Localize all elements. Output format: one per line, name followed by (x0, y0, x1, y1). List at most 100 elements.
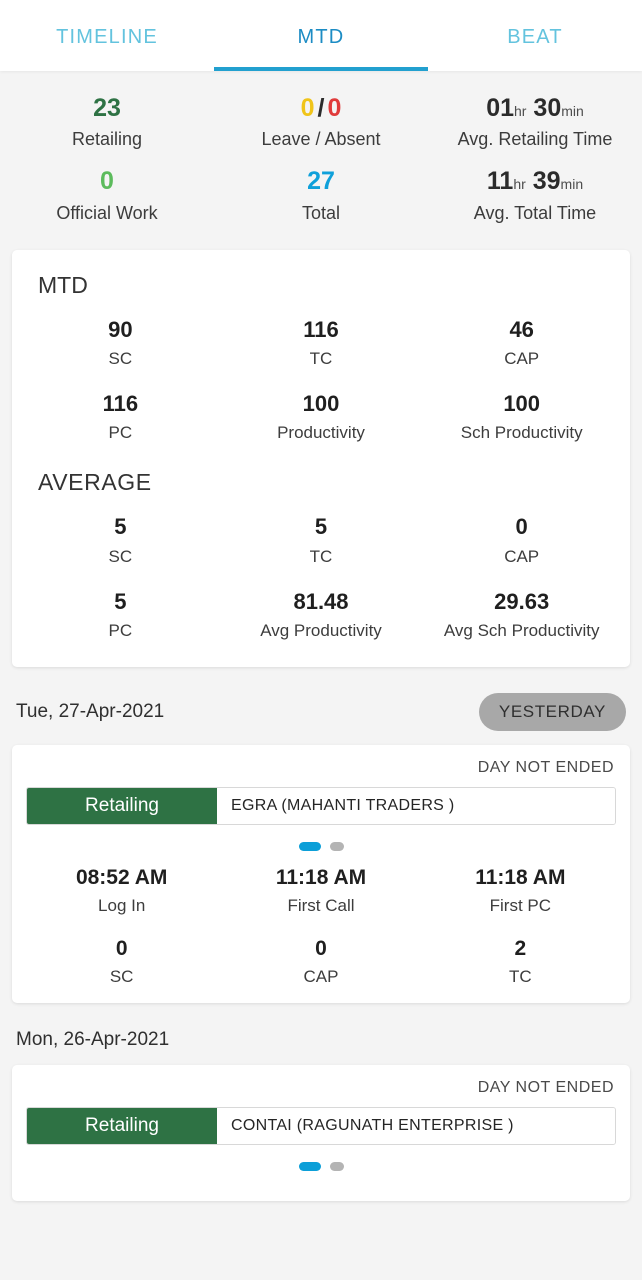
visit-bar-2[interactable]: Retailing CONTAI (RAGUNATH ENTERPRISE ) (26, 1107, 616, 1146)
stat-absent-value: 0 (327, 94, 342, 122)
mtd-metric-sc: 90 SC (20, 317, 221, 369)
average-metric-avg-productivity: 81.48 Avg Productivity (221, 589, 422, 641)
day-metric-tc-value: 2 (514, 937, 527, 961)
average-metric-pc-label: PC (108, 621, 133, 641)
mtd-metric-tc: 116 TC (221, 317, 422, 369)
pagination-dot-active[interactable] (298, 842, 321, 852)
mtd-metric-pc: 116 PC (20, 391, 221, 443)
stat-avg-total-time-label: Avg. Total Time (473, 202, 597, 223)
average-metric-avg-productivity-label: Avg Productivity (260, 621, 382, 641)
mtd-metric-cap: 46 CAP (421, 317, 622, 369)
mtd-metric-cap-label: CAP (504, 348, 540, 368)
average-metric-cap-label: CAP (504, 546, 540, 566)
pagination-dots-2[interactable] (22, 1145, 620, 1185)
average-metric-sc-label: SC (108, 546, 133, 566)
average-card-title: AVERAGE (38, 469, 152, 496)
mtd-metric-tc-label: TC (309, 348, 333, 368)
visit-type-2: Retailing (27, 1108, 217, 1145)
visit-name-2: CONTAI (RAGUNATH ENTERPRISE ) (217, 1108, 615, 1145)
pagination-dots-1[interactable] (22, 825, 620, 865)
avg-total-minutes: 39 (532, 167, 561, 196)
average-metric-tc-value: 5 (314, 514, 328, 540)
mtd-metric-sch-productivity: 100 Sch Productivity (421, 391, 622, 443)
mtd-metric-productivity: 100 Productivity (221, 391, 422, 443)
avg-total-hours: 11 (486, 167, 514, 196)
mtd-metric-productivity-label: Productivity (277, 423, 365, 443)
average-metric-pc: 5 PC (20, 589, 221, 641)
day-metric-login-label: Log In (98, 896, 146, 916)
stat-leave-value: 0 (300, 94, 315, 122)
stat-leave-absent-value: 0/0 (214, 93, 428, 124)
average-metric-avg-sch-productivity-label: Avg Sch Productivity (443, 621, 600, 641)
day-metric-first-pc: 11:18 AM First PC (421, 865, 620, 916)
mtd-card-title: MTD (38, 271, 88, 298)
yesterday-badge: YESTERDAY (478, 693, 626, 732)
avg-retailing-hours: 01 (486, 94, 515, 122)
day-card-1[interactable]: DAY NOT ENDED Retailing EGRA (MAHANTI TR… (12, 745, 630, 1004)
stat-retailing-label: Retailing (71, 129, 143, 150)
visit-type-1: Retailing (27, 788, 217, 825)
stat-total-label: Total (301, 202, 341, 223)
avg-total-hours-unit: hr (513, 176, 526, 193)
day-metric-tc: 2 TC (421, 936, 620, 987)
day-metric-sc-value: 0 (115, 937, 128, 961)
tab-bar: TIMELINE MTD BEAT (0, 0, 642, 71)
day-header-2: Mon, 26-Apr-2021 (0, 1003, 642, 1065)
summary-row-1: 23 Retailing 0/0 Leave / Absent 01hr 30m… (0, 93, 642, 150)
day-metrics-row-1: 08:52 AM Log In 11:18 AM First Call 11:1… (22, 865, 620, 916)
mtd-metric-productivity-value: 100 (302, 390, 340, 416)
day-metric-login-value: 08:52 AM (75, 866, 168, 890)
avg-retailing-hours-unit: hr (514, 103, 527, 119)
average-metric-avg-productivity-value: 81.48 (293, 588, 349, 614)
stat-total-value: 27 (307, 167, 335, 196)
day-metrics-row-2: 0 SC 0 CAP 2 TC (22, 936, 620, 987)
day-metric-first-call-label: First Call (287, 896, 355, 916)
day-card-2[interactable]: DAY NOT ENDED Retailing CONTAI (RAGUNATH… (12, 1065, 630, 1202)
tab-mtd[interactable]: MTD (214, 26, 428, 71)
stat-leave-absent-label: Leave / Absent (261, 129, 381, 150)
stat-avg-retailing-time-label: Avg. Retailing Time (457, 129, 613, 150)
stat-official-work-label: Official Work (56, 202, 158, 223)
average-metric-cap: 0 CAP (421, 514, 622, 566)
day-status-1: DAY NOT ENDED (477, 759, 614, 777)
day-metric-sc: 0 SC (22, 936, 221, 987)
mtd-metric-sc-value: 90 (108, 316, 133, 342)
mtd-metric-pc-value: 116 (102, 390, 139, 416)
average-metric-tc-label: TC (309, 546, 333, 566)
visit-bar-1[interactable]: Retailing EGRA (MAHANTI TRADERS ) (26, 787, 616, 826)
day-metric-first-call: 11:18 AM First Call (221, 865, 420, 916)
stat-avg-retailing-time-value: 01hr 30min (428, 93, 642, 124)
tab-timeline[interactable]: TIMELINE (0, 26, 214, 71)
summary-stats: 23 Retailing 0/0 Leave / Absent 01hr 30m… (0, 71, 642, 250)
visit-name-1: EGRA (MAHANTI TRADERS ) (217, 788, 615, 825)
stat-official-work: 0 Official Work (0, 166, 214, 223)
day-date-2: Mon, 26-Apr-2021 (16, 1029, 170, 1051)
day-metric-sc-label: SC (109, 967, 134, 987)
avg-retailing-minutes: 30 (533, 94, 562, 122)
average-metrics-row-1: 5 SC 5 TC 0 CAP (20, 514, 622, 566)
tab-beat[interactable]: BEAT (428, 26, 642, 71)
pagination-dot-inactive[interactable] (329, 1162, 344, 1172)
day-status-2: DAY NOT ENDED (477, 1079, 614, 1097)
average-metric-tc: 5 TC (221, 514, 422, 566)
mtd-metric-sch-productivity-value: 100 (503, 390, 541, 416)
pagination-dot-active[interactable] (298, 1162, 321, 1172)
mtd-metric-sc-label: SC (108, 348, 133, 368)
day-metric-login: 08:52 AM Log In (22, 865, 221, 916)
day-metric-tc-label: TC (508, 967, 532, 987)
pagination-dot-inactive[interactable] (329, 842, 344, 852)
stat-total: 27 Total (214, 166, 428, 223)
day-header-1: Tue, 27-Apr-2021 YESTERDAY (0, 667, 642, 745)
day-metric-cap-value: 0 (315, 937, 327, 961)
day-date-1: Tue, 27-Apr-2021 (16, 701, 165, 723)
mtd-metrics-row-1: 90 SC 116 TC 46 CAP (20, 317, 622, 369)
average-metric-cap-value: 0 (515, 514, 528, 540)
avg-retailing-minutes-unit: min (561, 103, 584, 119)
mtd-metric-sch-productivity-label: Sch Productivity (460, 423, 583, 443)
avg-total-minutes-unit: min (560, 176, 584, 193)
average-metric-sc-value: 5 (114, 514, 127, 540)
day-metric-first-call-value: 11:18 AM (275, 866, 367, 890)
average-metric-avg-sch-productivity-value: 29.63 (494, 588, 550, 614)
stat-avg-retailing-time: 01hr 30min Avg. Retailing Time (428, 93, 642, 150)
average-metric-sc: 5 SC (20, 514, 221, 566)
